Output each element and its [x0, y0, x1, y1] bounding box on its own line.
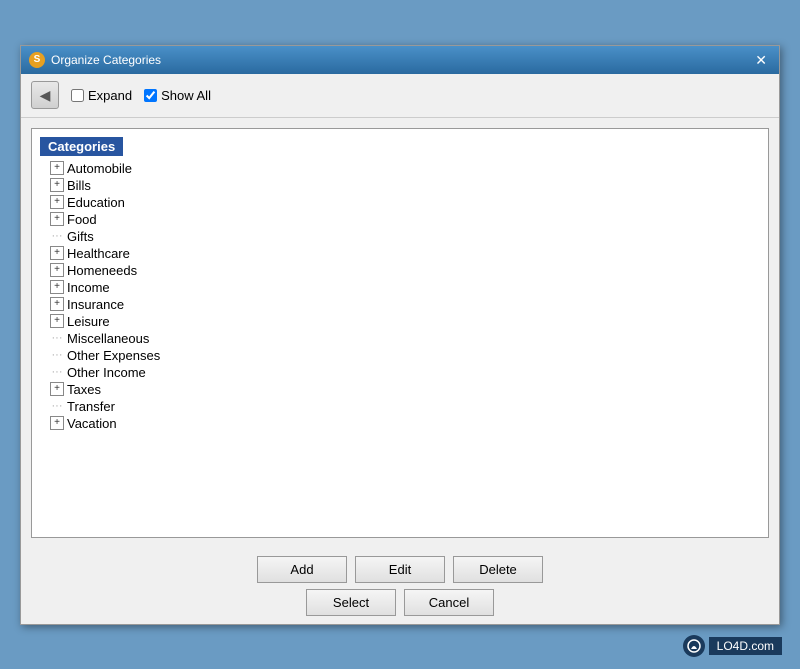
buttons-section: Add Edit Delete Select Cancel [21, 548, 779, 624]
expand-checkbox-container[interactable]: Expand [71, 88, 132, 103]
list-item[interactable]: + Vacation [32, 415, 768, 432]
item-label: Healthcare [67, 246, 130, 261]
expand-icon[interactable]: + [50, 178, 64, 192]
tree-line: ··· [50, 230, 64, 242]
list-item[interactable]: + Education [32, 194, 768, 211]
list-item[interactable]: ··· Miscellaneous [32, 330, 768, 347]
primary-buttons-row: Add Edit Delete [257, 556, 543, 583]
list-item[interactable]: + Taxes [32, 381, 768, 398]
expand-icon[interactable]: + [50, 263, 64, 277]
item-label: Other Income [67, 365, 146, 380]
delete-button[interactable]: Delete [453, 556, 543, 583]
expand-icon[interactable]: + [50, 297, 64, 311]
list-item[interactable]: + Leisure [32, 313, 768, 330]
expand-icon[interactable]: + [50, 212, 64, 226]
tree-line: ··· [50, 400, 64, 412]
item-label: Homeneeds [67, 263, 137, 278]
list-item[interactable]: + Food [32, 211, 768, 228]
watermark-container: LO4D.com [683, 635, 782, 657]
expand-icon[interactable]: + [50, 382, 64, 396]
item-label: Food [67, 212, 97, 227]
edit-button[interactable]: Edit [355, 556, 445, 583]
item-label: Automobile [67, 161, 132, 176]
item-label: Education [67, 195, 125, 210]
expand-icon[interactable]: + [50, 280, 64, 294]
expand-icon[interactable]: + [50, 314, 64, 328]
list-item[interactable]: + Homeneeds [32, 262, 768, 279]
item-label: Insurance [67, 297, 124, 312]
list-item[interactable]: + Healthcare [32, 245, 768, 262]
show-all-checkbox[interactable] [144, 89, 157, 102]
list-item[interactable]: + Bills [32, 177, 768, 194]
title-bar: S Organize Categories ✕ [21, 46, 779, 74]
expand-checkbox[interactable] [71, 89, 84, 102]
watermark-text: LO4D.com [709, 637, 782, 655]
select-button[interactable]: Select [306, 589, 396, 616]
expand-icon[interactable]: + [50, 161, 64, 175]
list-item[interactable]: + Insurance [32, 296, 768, 313]
watermark-icon [683, 635, 705, 657]
item-label: Vacation [67, 416, 117, 431]
show-all-checkbox-container[interactable]: Show All [144, 88, 211, 103]
item-label: Bills [67, 178, 91, 193]
dialog-title: Organize Categories [51, 53, 161, 67]
expand-icon[interactable]: + [50, 246, 64, 260]
close-button[interactable]: ✕ [751, 53, 771, 67]
list-item[interactable]: + Automobile [32, 160, 768, 177]
back-button[interactable]: ◀ [31, 81, 59, 109]
cancel-button[interactable]: Cancel [404, 589, 494, 616]
add-button[interactable]: Add [257, 556, 347, 583]
organize-categories-dialog: S Organize Categories ✕ ◀ Expand Show Al… [20, 45, 780, 625]
item-label: Miscellaneous [67, 331, 149, 346]
expand-label: Expand [88, 88, 132, 103]
category-tree[interactable]: Categories + Automobile + Bills + Educat… [31, 128, 769, 538]
main-content: Categories + Automobile + Bills + Educat… [21, 118, 779, 548]
list-item[interactable]: ··· Transfer [32, 398, 768, 415]
categories-header: Categories [40, 137, 123, 156]
show-all-label: Show All [161, 88, 211, 103]
item-label: Income [67, 280, 110, 295]
item-label: Gifts [67, 229, 94, 244]
list-item[interactable]: + Income [32, 279, 768, 296]
tree-line: ··· [50, 332, 64, 344]
tree-line: ··· [50, 349, 64, 361]
app-icon: S [29, 52, 45, 68]
item-label: Other Expenses [67, 348, 160, 363]
expand-icon[interactable]: + [50, 195, 64, 209]
item-label: Transfer [67, 399, 115, 414]
list-item[interactable]: ··· Gifts [32, 228, 768, 245]
tree-line: ··· [50, 366, 64, 378]
list-item[interactable]: ··· Other Expenses [32, 347, 768, 364]
item-label: Taxes [67, 382, 101, 397]
item-label: Leisure [67, 314, 110, 329]
secondary-buttons-row: Select Cancel [306, 589, 494, 616]
expand-icon[interactable]: + [50, 416, 64, 430]
toolbar: ◀ Expand Show All [21, 74, 779, 118]
list-item[interactable]: ··· Other Income [32, 364, 768, 381]
